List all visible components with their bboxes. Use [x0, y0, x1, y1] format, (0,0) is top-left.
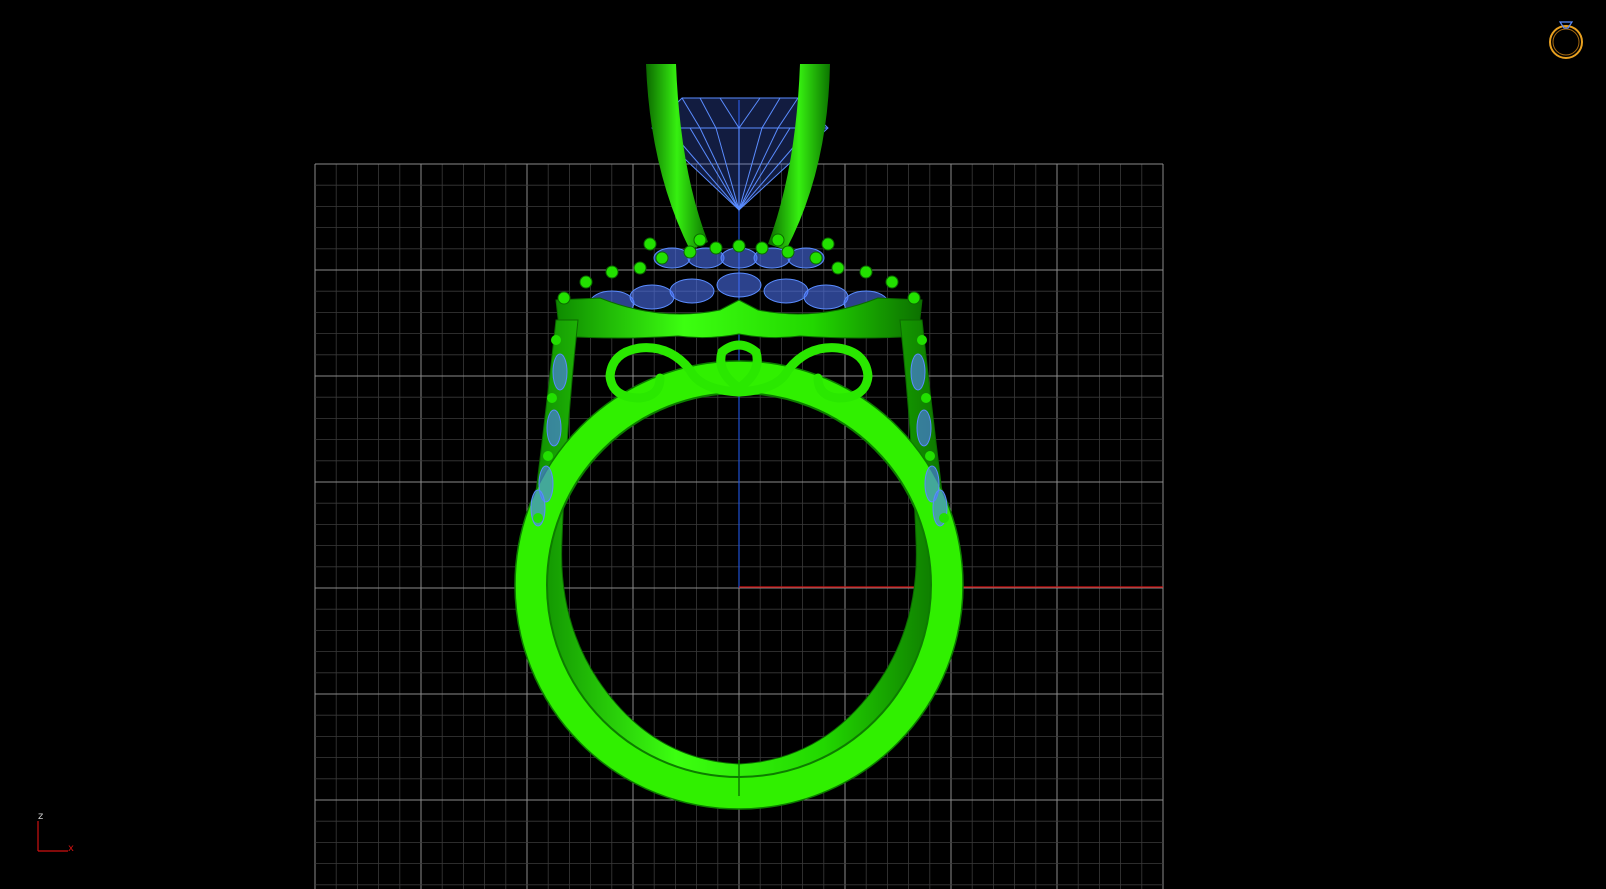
prong-bead[interactable]	[693, 233, 707, 247]
prong-bead[interactable]	[781, 245, 795, 259]
side-stone[interactable]	[546, 409, 562, 447]
axis-triad: z x	[34, 811, 84, 855]
side-prong-bead[interactable]	[917, 335, 927, 345]
side-prong-bead[interactable]	[925, 451, 935, 461]
prong-bead[interactable]	[579, 275, 593, 289]
ring-icon[interactable]	[1538, 8, 1594, 64]
side-prong-bead[interactable]	[939, 513, 949, 523]
prong-bead[interactable]	[643, 237, 657, 251]
prong-bead[interactable]	[633, 261, 647, 275]
side-stone[interactable]	[552, 353, 568, 391]
prong-bead[interactable]	[655, 251, 669, 265]
3d-viewport[interactable]: z x	[0, 0, 1606, 889]
viewport-canvas[interactable]	[0, 0, 1606, 889]
prong-bead[interactable]	[732, 239, 746, 253]
z-axis-label: z	[38, 811, 44, 822]
prong-bead[interactable]	[885, 275, 899, 289]
prong-bead[interactable]	[709, 241, 723, 255]
prong-bead[interactable]	[755, 241, 769, 255]
prong-bead[interactable]	[809, 251, 823, 265]
side-prong-bead[interactable]	[543, 451, 553, 461]
side-stone[interactable]	[910, 353, 926, 391]
side-stone[interactable]	[916, 409, 932, 447]
prong-bead[interactable]	[831, 261, 845, 275]
prong-bead[interactable]	[605, 265, 619, 279]
halo-stone[interactable]	[803, 284, 849, 310]
prong-bead[interactable]	[859, 265, 873, 279]
prong-bead[interactable]	[907, 291, 921, 305]
side-prong-bead[interactable]	[921, 393, 931, 403]
halo-band[interactable]	[555, 297, 923, 339]
prong-bead[interactable]	[557, 291, 571, 305]
x-axis-label: x	[68, 843, 74, 854]
side-prong-bead[interactable]	[551, 335, 561, 345]
side-prong-bead[interactable]	[533, 513, 543, 523]
view-navigation-widget[interactable]	[1538, 8, 1594, 64]
side-prong-bead[interactable]	[547, 393, 557, 403]
halo-stone[interactable]	[629, 284, 675, 310]
halo-setting[interactable]	[555, 233, 923, 339]
prong-bead[interactable]	[821, 237, 835, 251]
halo-stone[interactable]	[669, 278, 715, 304]
prong-bead[interactable]	[771, 233, 785, 247]
halo-stone[interactable]	[763, 278, 809, 304]
halo-stone[interactable]	[716, 272, 762, 298]
prong-bead[interactable]	[683, 245, 697, 259]
